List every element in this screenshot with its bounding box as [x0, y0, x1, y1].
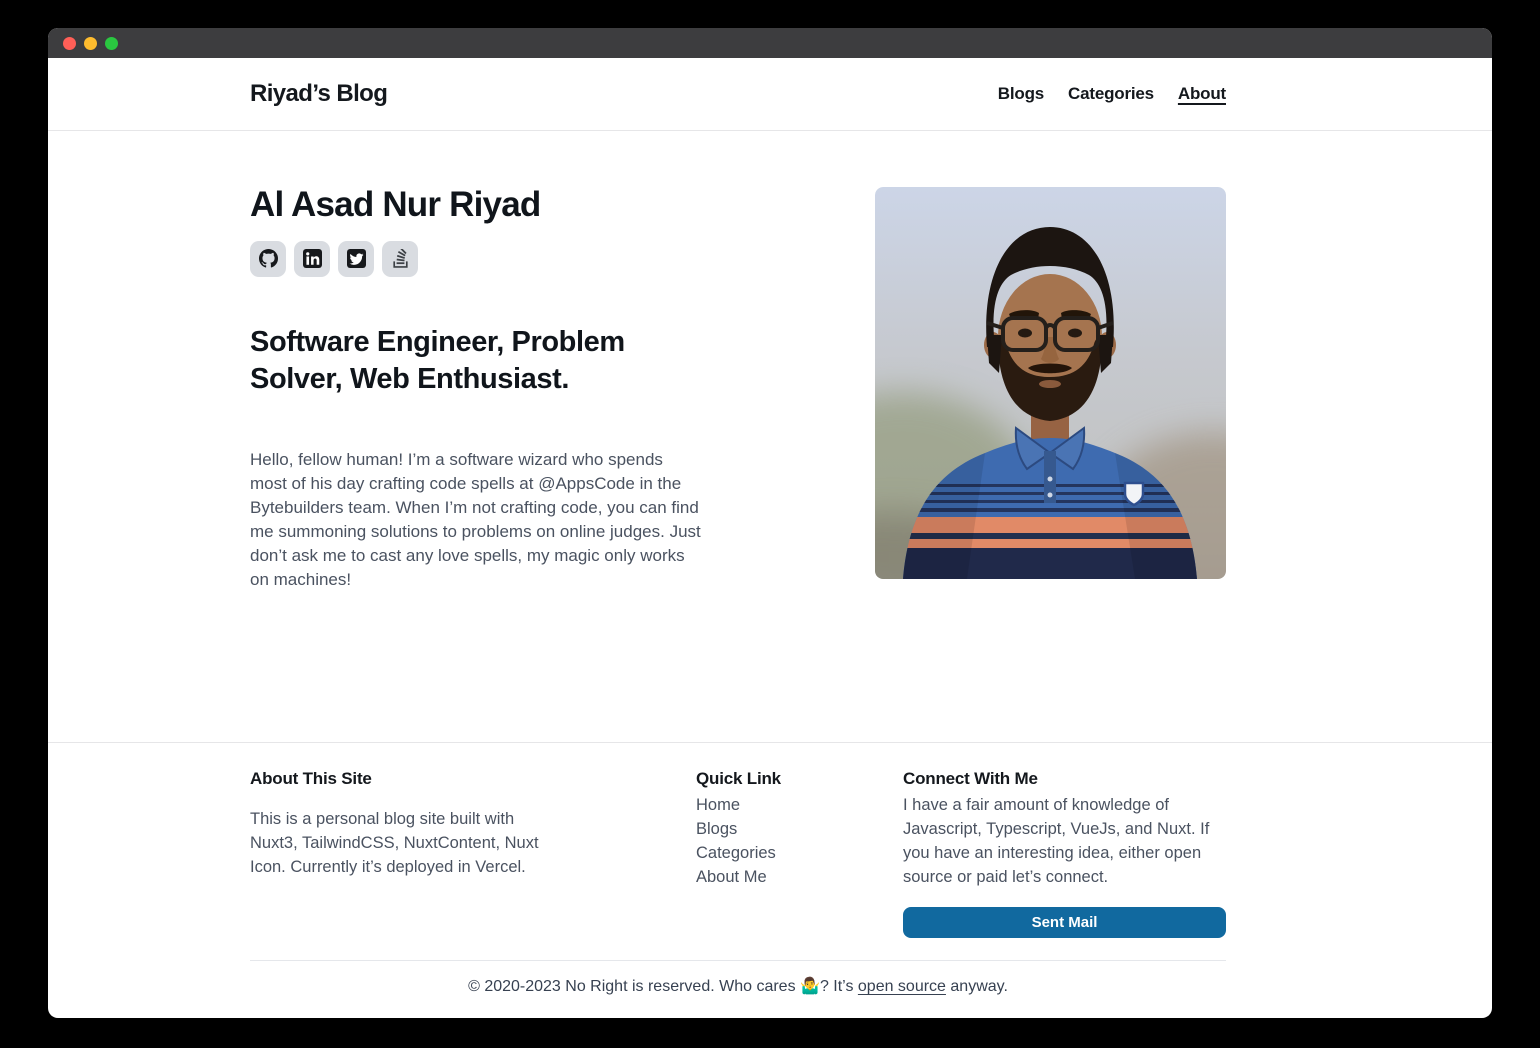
nav-item-blogs[interactable]: Blogs — [998, 84, 1044, 104]
sent-mail-button[interactable]: Sent Mail — [903, 907, 1226, 938]
nav-item-categories[interactable]: Categories — [1068, 84, 1154, 104]
footer-quicklink-column: Quick Link Home Blogs Categories About M… — [696, 769, 846, 938]
quick-link-categories[interactable]: Categories — [696, 841, 846, 865]
copyright-suffix: anyway. — [946, 978, 1008, 995]
profile-photo — [875, 187, 1226, 579]
person-name-heading: Al Asad Nur Riyad — [250, 187, 702, 224]
footer-about-title: About This Site — [250, 769, 550, 789]
hero-section: Al Asad Nur Riyad — [250, 131, 1226, 592]
main-content: Al Asad Nur Riyad — [48, 131, 1492, 742]
linkedin-icon — [303, 249, 322, 268]
quick-link-blogs[interactable]: Blogs — [696, 817, 846, 841]
footer-connect-column: Connect With Me I have a fair amount of … — [903, 769, 1226, 938]
social-link-github[interactable] — [250, 241, 286, 277]
site-footer: About This Site This is a personal blog … — [48, 742, 1492, 1018]
open-source-link[interactable]: open source — [858, 978, 946, 995]
social-link-linkedin[interactable] — [294, 241, 330, 277]
headline: Software Engineer, Problem Solver, Web E… — [250, 324, 680, 398]
close-window-button[interactable] — [63, 37, 76, 50]
footer-connect-title: Connect With Me — [903, 769, 1226, 789]
bio-paragraph: Hello, fellow human! I’m a software wiza… — [250, 448, 702, 592]
copyright-line: © 2020-2023 No Right is reserved. Who ca… — [250, 976, 1226, 996]
github-icon — [259, 249, 278, 268]
footer-divider — [250, 960, 1226, 961]
twitter-icon — [347, 249, 366, 268]
footer-connect-text: I have a fair amount of knowledge of Jav… — [903, 793, 1226, 889]
quick-link-about-me[interactable]: About Me — [696, 865, 846, 889]
footer-about-column: About This Site This is a personal blog … — [250, 769, 550, 938]
social-link-twitter[interactable] — [338, 241, 374, 277]
site-header: Riyad’s Blog Blogs Categories About — [48, 58, 1492, 131]
nav-item-about[interactable]: About — [1178, 84, 1226, 104]
social-links-row — [250, 241, 702, 277]
maximize-window-button[interactable] — [105, 37, 118, 50]
hero-text-column: Al Asad Nur Riyad — [250, 187, 702, 592]
copyright-prefix: © 2020-2023 No Right is reserved. Who ca… — [468, 978, 858, 995]
footer-about-text: This is a personal blog site built with … — [250, 807, 550, 879]
browser-window: Riyad’s Blog Blogs Categories About Al A… — [48, 28, 1492, 1018]
social-link-stackoverflow[interactable] — [382, 241, 418, 277]
minimize-window-button[interactable] — [84, 37, 97, 50]
site-brand[interactable]: Riyad’s Blog — [250, 80, 387, 108]
main-nav: Blogs Categories About — [998, 84, 1226, 104]
window-titlebar — [48, 28, 1492, 58]
quick-link-home[interactable]: Home — [696, 793, 846, 817]
stackoverflow-icon — [391, 249, 410, 268]
footer-quicklink-title: Quick Link — [696, 769, 846, 789]
quick-link-list: Home Blogs Categories About Me — [696, 793, 846, 889]
